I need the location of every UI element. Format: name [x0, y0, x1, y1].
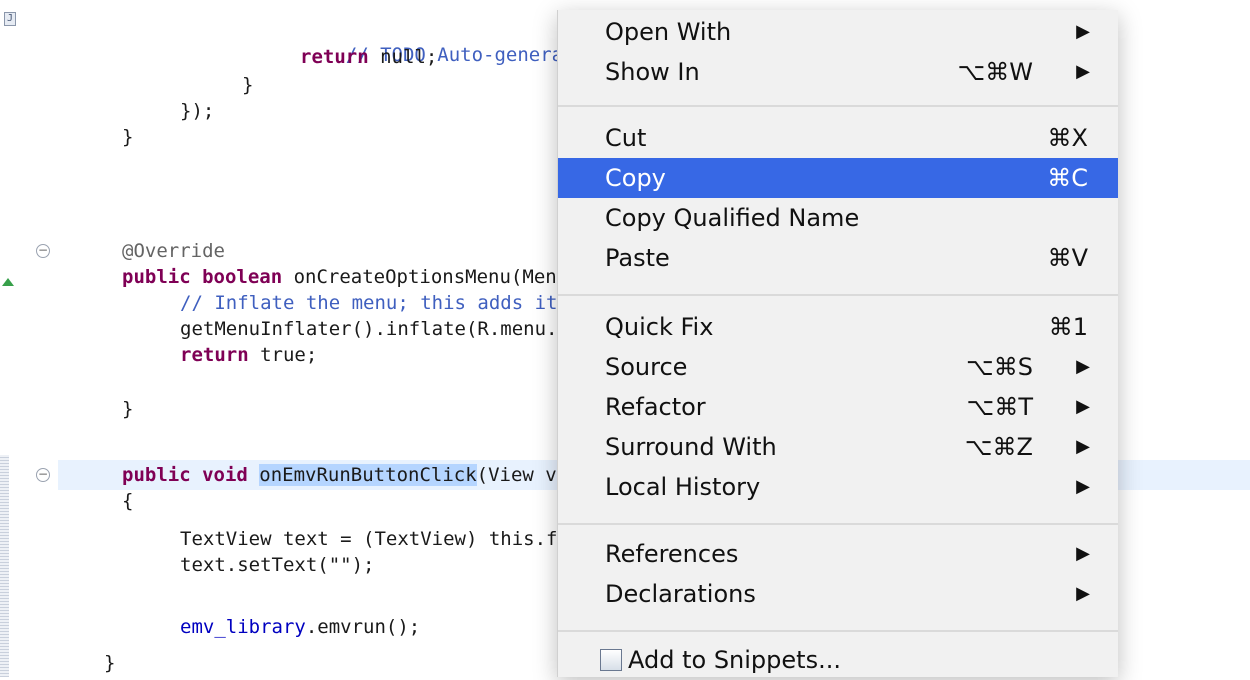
submenu-arrow-icon: ▶: [1076, 543, 1090, 564]
menu-item-quick-fix[interactable]: Quick Fix ⌘1: [558, 307, 1118, 347]
submenu-arrow-icon: ▶: [1076, 476, 1090, 497]
code-line: });: [180, 100, 215, 122]
selected-text: onEmvRunButtonClick: [259, 464, 477, 486]
code-line: }: [122, 398, 134, 420]
menu-item-references[interactable]: References ▶: [558, 534, 1118, 574]
menu-separator: [558, 105, 1118, 107]
snippet-icon: [600, 649, 622, 671]
menu-item-surround-with[interactable]: Surround With ⌥⌘Z ▶: [558, 427, 1118, 467]
code-line: text.setText("");: [180, 554, 375, 576]
code-line: {: [122, 490, 134, 512]
code-line: emv_library.emvrun();: [180, 616, 421, 638]
code-line: }: [242, 74, 254, 96]
submenu-arrow-icon: ▶: [1076, 61, 1090, 82]
submenu-arrow-icon: ▶: [1076, 21, 1090, 42]
menu-item-paste[interactable]: Paste ⌘V: [558, 238, 1118, 278]
menu-separator: [558, 294, 1118, 296]
menu-item-declarations[interactable]: Declarations ▶: [558, 574, 1118, 614]
menu-separator: [558, 630, 1118, 632]
menu-item-copy[interactable]: Copy ⌘C: [558, 158, 1118, 198]
menu-item-open-with[interactable]: Open With ▶: [558, 12, 1118, 52]
menu-item-local-history[interactable]: Local History ▶: [558, 467, 1118, 507]
context-menu: Open With ▶ Show In ⌥⌘W ▶ Cut ⌘X Copy ⌘C…: [557, 10, 1118, 677]
code-line: @Override: [122, 240, 225, 262]
menu-item-copy-qualified-name[interactable]: Copy Qualified Name: [558, 198, 1118, 238]
menu-item-refactor[interactable]: Refactor ⌥⌘T ▶: [558, 387, 1118, 427]
submenu-arrow-icon: ▶: [1076, 583, 1090, 604]
submenu-arrow-icon: ▶: [1076, 436, 1090, 457]
code-line: return null;: [300, 46, 438, 68]
menu-item-add-to-snippets[interactable]: Add to Snippets...: [558, 640, 1118, 680]
submenu-arrow-icon: ▶: [1076, 356, 1090, 377]
menu-item-show-in[interactable]: Show In ⌥⌘W ▶: [558, 52, 1118, 92]
menu-item-source[interactable]: Source ⌥⌘S ▶: [558, 347, 1118, 387]
submenu-arrow-icon: ▶: [1076, 396, 1090, 417]
code-line: }: [104, 652, 116, 674]
code-line: public void onEmvRunButtonClick(View vie…: [122, 464, 603, 486]
code-line: return true;: [180, 344, 318, 366]
menu-item-cut[interactable]: Cut ⌘X: [558, 118, 1118, 158]
menu-separator: [558, 523, 1118, 525]
code-line: }: [122, 126, 134, 148]
